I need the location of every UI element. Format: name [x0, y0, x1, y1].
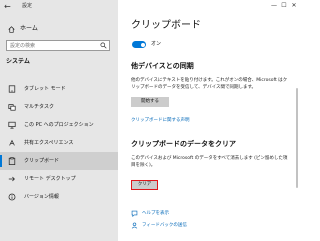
- sidebar-item-home[interactable]: ホーム: [8, 24, 38, 34]
- start-sync-button[interactable]: 開始する: [131, 97, 169, 107]
- help-link-row[interactable]: ヘルプを表示: [131, 210, 169, 217]
- sidebar-item-shared-experiences[interactable]: 共有エクスペリエンス: [0, 134, 118, 152]
- close-icon[interactable]: ✕: [290, 2, 298, 10]
- clear-heading: クリップボードのデータをクリア: [131, 140, 236, 148]
- help-link[interactable]: ヘルプを表示: [142, 211, 169, 217]
- sidebar-item-label: 共有エクスペリエンス: [24, 139, 74, 146]
- multitasking-icon: [8, 104, 16, 111]
- sidebar-item-label: ホーム: [20, 25, 38, 32]
- search-icon[interactable]: [100, 42, 107, 49]
- privacy-statement-link[interactable]: クリップボードに関する声明: [131, 118, 190, 124]
- sidebar-item-label: クリップボード: [24, 157, 60, 164]
- window-title: 設定: [22, 3, 33, 9]
- back-button[interactable]: ←: [4, 2, 11, 11]
- sync-description: 他のデバイスにテキストを貼り付けます。これがオンの場合、Microsoft はク…: [131, 78, 288, 90]
- active-indicator: [0, 155, 2, 167]
- sidebar-nav: タブレット モード マルチタスク この PC へのプロジェクション 共有エクスペ…: [0, 80, 118, 206]
- settings-window: ← 設定 ホーム システム タブレット モード: [0, 0, 300, 241]
- tablet-mode-icon: [8, 85, 16, 93]
- feedback-link-row[interactable]: フィードバックの送信: [131, 222, 187, 229]
- scrollbar[interactable]: [296, 88, 298, 188]
- shared-experiences-icon: [9, 139, 15, 146]
- toggle-knob: [140, 42, 145, 47]
- clear-description: このデバイスおよび Microsoft のデータをすべて消去します (ピン留めし…: [131, 156, 288, 168]
- window-controls: — ☐ ✕: [270, 2, 298, 10]
- minimize-icon[interactable]: —: [270, 2, 278, 10]
- about-icon: [8, 193, 16, 201]
- feedback-link[interactable]: フィードバックの送信: [142, 223, 187, 229]
- clear-button[interactable]: クリア: [131, 180, 158, 190]
- feedback-icon: [131, 222, 138, 229]
- sync-heading: 他デバイスとの同期: [131, 62, 194, 70]
- sidebar-item-label: この PC へのプロジェクション: [24, 121, 94, 128]
- sidebar-item-projecting[interactable]: この PC へのプロジェクション: [0, 116, 118, 134]
- main-panel: — ☐ ✕ クリップボード オン 他デバイスとの同期 他のデバイスにテキストを貼…: [118, 0, 300, 241]
- clipboard-icon: [8, 157, 16, 165]
- sidebar-item-label: タブレット モード: [24, 85, 66, 92]
- help-icon: [131, 210, 138, 217]
- sidebar-section-title: システム: [6, 58, 30, 65]
- sidebar-item-tablet-mode[interactable]: タブレット モード: [0, 80, 118, 98]
- sidebar-item-multitasking[interactable]: マルチタスク: [0, 98, 118, 116]
- sidebar-item-label: バージョン情報: [24, 193, 59, 200]
- sidebar-item-clipboard[interactable]: クリップボード: [0, 152, 118, 170]
- search-input[interactable]: [10, 41, 98, 50]
- search-box[interactable]: [6, 40, 110, 51]
- sidebar-item-remote-desktop[interactable]: リモート デスクトップ: [0, 170, 118, 188]
- sidebar-item-label: マルチタスク: [24, 103, 55, 110]
- toggle-state-label: オン: [151, 41, 162, 47]
- maximize-icon[interactable]: ☐: [280, 2, 288, 10]
- projecting-icon: [8, 121, 16, 129]
- remote-desktop-icon: [8, 176, 15, 182]
- sidebar-item-about[interactable]: バージョン情報: [0, 188, 118, 206]
- sidebar: ホーム システム タブレット モード: [0, 14, 118, 241]
- sidebar-item-label: リモート デスクトップ: [24, 175, 76, 182]
- clipboard-history-toggle[interactable]: [132, 41, 146, 48]
- page-title: クリップボード: [131, 20, 201, 31]
- home-icon: [8, 25, 15, 33]
